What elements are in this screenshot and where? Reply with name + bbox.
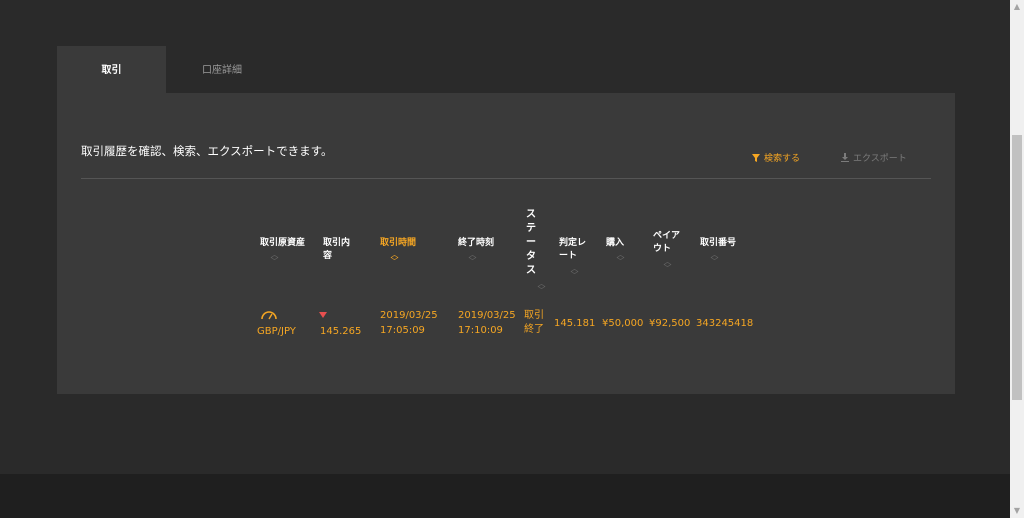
tab-trades[interactable]: 取引 [57,46,166,93]
tab-account-details[interactable]: 口座詳細 [166,46,278,93]
cell-asset: GBP/JPY [257,326,296,337]
sort-payout-icon[interactable]: ︿ ﹀ [663,258,672,273]
header-purchase[interactable]: 購入 [606,237,624,250]
cell-end-time-clock: 17:10:09 [458,325,503,336]
header-content[interactable]: 取引内容 [323,237,351,263]
cell-trade-number: 343245418 [696,318,754,329]
sort-status-icon[interactable]: ︿ ﹀ [537,280,546,295]
export-button[interactable]: エクスポート [841,151,907,164]
panel-description: 取引履歴を確認、検索、エクスポートできます。 [81,144,333,158]
cell-end-time-date: 2019/03/25 [458,310,516,321]
cell-trade-time-date: 2019/03/25 [380,310,438,321]
gauge-icon [261,311,277,320]
sort-asset-icon[interactable]: ︿ ﹀ [270,251,279,266]
header-judge-rate[interactable]: 判定レート [559,237,591,263]
cell-content: 145.265 [320,326,362,337]
header-end-time[interactable]: 終了時刻 [458,237,494,250]
export-button-label: エクスポート [853,154,907,164]
cell-purchase: ¥50,000 [602,318,644,329]
sort-judge-rate-icon[interactable]: ︿ ﹀ [570,265,579,280]
trade-history-panel: 取引履歴を確認、検索、エクスポートできます。 検索する エクスポート 取引原資産… [57,93,955,394]
cell-judge-rate: 145.181 [554,318,596,329]
header-status[interactable]: ステータス [526,208,537,278]
search-button[interactable]: 検索する [752,151,800,164]
header-asset[interactable]: 取引原資産 [260,237,305,250]
page: 取引 口座詳細 取引履歴を確認、検索、エクスポートできます。 検索する エクスポ… [0,0,1010,518]
sort-trade-number-icon[interactable]: ︿ ﹀ [710,251,719,266]
sort-end-time-icon[interactable]: ︿ ﹀ [468,251,477,266]
cell-status: 取引終了 [524,310,544,335]
scrollbar-thumb[interactable] [1012,135,1022,400]
tab-bar: 取引 口座詳細 [57,46,277,93]
header-trade-time[interactable]: 取引時間 [380,237,416,250]
divider [81,178,931,179]
down-arrow-icon [319,312,327,318]
header-payout[interactable]: ペイアウト [653,230,683,256]
cell-payout: ¥92,500 [649,318,691,329]
cell-trade-time-clock: 17:05:09 [380,325,425,336]
footer [0,474,1010,518]
filter-icon [752,153,760,162]
sort-purchase-icon[interactable]: ︿ ﹀ [616,251,625,266]
header-trade-number[interactable]: 取引番号 [700,237,736,250]
download-icon [841,153,849,162]
vertical-scrollbar[interactable]: ▲ ▼ [1010,0,1024,518]
scroll-down-icon[interactable]: ▼ [1010,504,1024,518]
scroll-up-icon[interactable]: ▲ [1010,0,1024,14]
search-button-label: 検索する [764,154,801,164]
sort-trade-time-icon[interactable]: ︿ ﹀ [390,251,399,266]
